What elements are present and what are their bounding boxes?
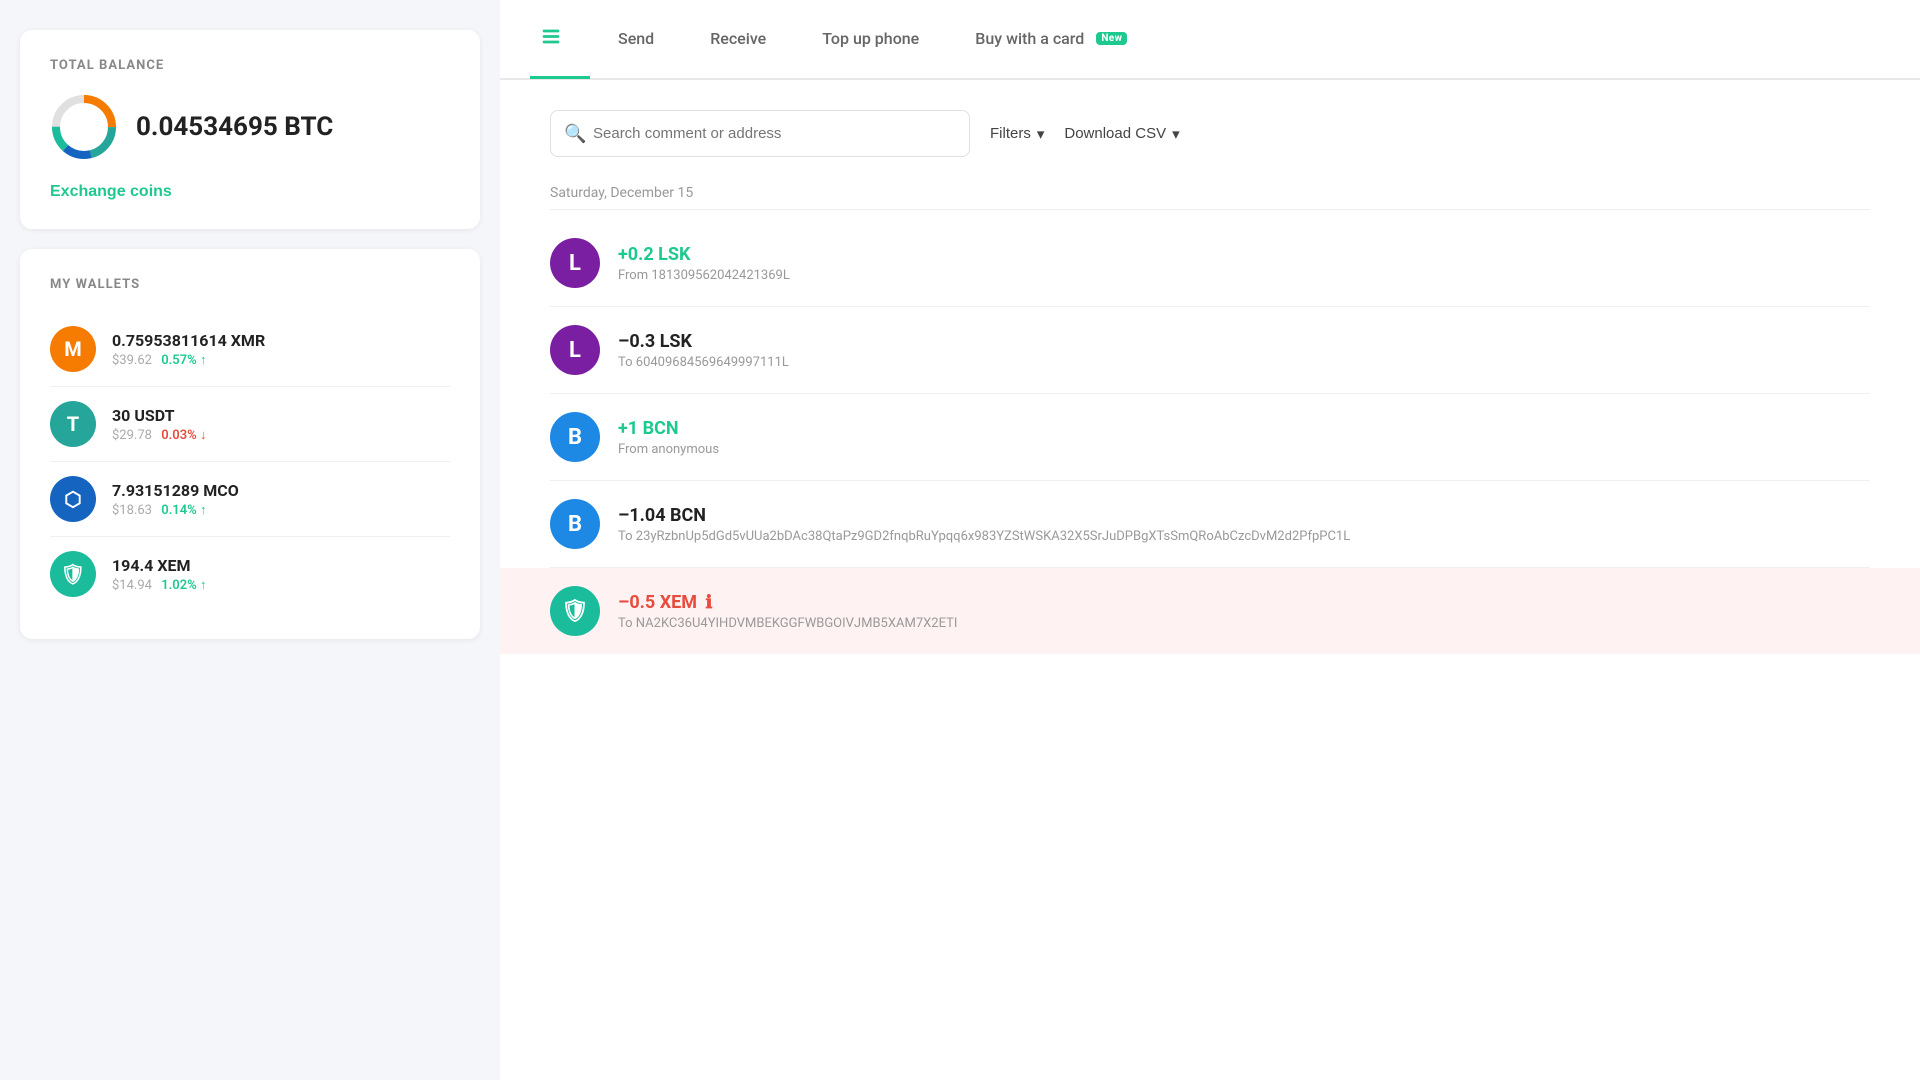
tx-info-tx4: –1.04 BCN To 23yRzbnUp5dGd5vUUa2bDAc38Qt…	[618, 505, 1870, 544]
filters-button[interactable]: Filters ▾	[990, 125, 1044, 143]
wallet-item-usdt[interactable]: T 30 USDT $29.78 0.03% ↓	[50, 387, 450, 462]
csv-label: Download CSV	[1064, 125, 1166, 142]
tx-item-tx3[interactable]: B +1 BCN From anonymous	[550, 394, 1870, 481]
wallet-info-xmr: 0.75953811614 XMR $39.62 0.57% ↑	[112, 331, 450, 368]
wallet-fiat-xem: $14.94 1.02% ↑	[112, 577, 450, 593]
transaction-list: L +0.2 LSK From 181309562042421369L L –0…	[550, 220, 1870, 654]
download-csv-button[interactable]: Download CSV ▾	[1064, 125, 1179, 143]
wallet-change-mco: 0.14% ↑	[161, 503, 206, 518]
wallet-change-xem: 1.02% ↑	[161, 578, 206, 593]
tab-receive[interactable]: Receive	[682, 1, 794, 79]
tx-item-tx2[interactable]: L –0.3 LSK To 60409684569649997111L	[550, 307, 1870, 394]
tx-item-tx5[interactable]: 🛡 –0.5 XEM ℹ To NA2KC36U4YIHDVMBEKGGFWBG…	[500, 568, 1920, 654]
tx-amount-tx3: +1 BCN	[618, 418, 1870, 439]
coin-icon-xem: 🛡	[50, 551, 96, 597]
wallet-fiat-xmr: $39.62 0.57% ↑	[112, 352, 450, 368]
topup-label: Top up phone	[822, 29, 919, 48]
wallets-list: M 0.75953811614 XMR $39.62 0.57% ↑ T 30 …	[50, 312, 450, 611]
chevron-down-icon-csv: ▾	[1172, 125, 1180, 143]
search-bar-row: 🔍 Filters ▾ Download CSV ▾	[550, 110, 1870, 157]
tx-item-tx1[interactable]: L +0.2 LSK From 181309562042421369L	[550, 220, 1870, 307]
wallet-change-usdt: 0.03% ↓	[161, 428, 206, 443]
tx-info-tx1: +0.2 LSK From 181309562042421369L	[618, 244, 1870, 283]
tab-buycard[interactable]: Buy with a card New	[947, 1, 1155, 79]
my-wallets-card: MY WALLETS M 0.75953811614 XMR $39.62 0.…	[20, 249, 480, 639]
balance-row: 0.04534695 BTC	[50, 93, 450, 161]
exchange-coins-button[interactable]: Exchange coins	[50, 183, 172, 201]
list-icon	[540, 26, 562, 52]
wallet-change-xmr: 0.57% ↑	[161, 353, 206, 368]
tx-amount-tx1: +0.2 LSK	[618, 244, 1870, 265]
coin-icon-xmr: M	[50, 326, 96, 372]
search-input[interactable]	[550, 110, 970, 157]
tx-coin-icon-tx1: L	[550, 238, 600, 288]
wallet-info-xem: 194.4 XEM $14.94 1.02% ↑	[112, 556, 450, 593]
transaction-content: 🔍 Filters ▾ Download CSV ▾ Saturday, Dec…	[500, 80, 1920, 1080]
wallet-item-xmr[interactable]: M 0.75953811614 XMR $39.62 0.57% ↑	[50, 312, 450, 387]
wallet-amount-xmr: 0.75953811614 XMR	[112, 331, 450, 350]
wallet-amount-xem: 194.4 XEM	[112, 556, 450, 575]
new-badge: New	[1096, 32, 1127, 45]
wallet-amount-mco: 7.93151289 MCO	[112, 481, 450, 500]
buycard-label: Buy with a card	[975, 29, 1084, 48]
coin-icon-usdt: T	[50, 401, 96, 447]
wallet-item-xem[interactable]: 🛡 194.4 XEM $14.94 1.02% ↑	[50, 537, 450, 611]
tx-amount-tx4: –1.04 BCN	[618, 505, 1870, 526]
wallet-info-usdt: 30 USDT $29.78 0.03% ↓	[112, 406, 450, 443]
tx-coin-icon-tx3: B	[550, 412, 600, 462]
receive-label: Receive	[710, 29, 766, 48]
tx-amount-tx2: –0.3 LSK	[618, 331, 1870, 352]
tx-address-tx2: To 60409684569649997111L	[618, 355, 1870, 370]
tx-info-tx3: +1 BCN From anonymous	[618, 418, 1870, 457]
tx-amount-tx5: –0.5 XEM ℹ	[618, 592, 1870, 613]
send-label: Send	[618, 29, 654, 48]
tx-address-tx4: To 23yRzbnUp5dGd5vUUa2bDAc38QtaPz9GD2fnq…	[618, 529, 1870, 544]
total-balance-title: TOTAL BALANCE	[50, 58, 450, 73]
tx-info-tx2: –0.3 LSK To 60409684569649997111L	[618, 331, 1870, 370]
left-panel: TOTAL BALANCE 0.04534695 BTC Exchange co…	[0, 0, 500, 1080]
search-input-wrap: 🔍	[550, 110, 970, 157]
tx-coin-icon-tx5: 🛡	[550, 586, 600, 636]
wallets-title: MY WALLETS	[50, 277, 450, 292]
filters-label: Filters	[990, 125, 1031, 142]
search-icon: 🔍	[564, 123, 586, 144]
wallet-fiat-mco: $18.63 0.14% ↑	[112, 502, 450, 518]
chevron-down-icon: ▾	[1037, 125, 1045, 143]
tx-address-tx3: From anonymous	[618, 442, 1870, 457]
balance-donut-chart	[50, 93, 118, 161]
wallet-fiat-usdt: $29.78 0.03% ↓	[112, 427, 450, 443]
tx-info-tx5: –0.5 XEM ℹ To NA2KC36U4YIHDVMBEKGGFWBGOI…	[618, 592, 1870, 631]
wallet-amount-usdt: 30 USDT	[112, 406, 450, 425]
tab-topup[interactable]: Top up phone	[794, 1, 947, 79]
tab-bar: Send Receive Top up phone Buy with a car…	[500, 0, 1920, 80]
tab-send[interactable]: Send	[590, 1, 682, 79]
right-panel: Send Receive Top up phone Buy with a car…	[500, 0, 1920, 1080]
wallet-info-mco: 7.93151289 MCO $18.63 0.14% ↑	[112, 481, 450, 518]
coin-icon-mco: ⬡	[50, 476, 96, 522]
wallet-item-mco[interactable]: ⬡ 7.93151289 MCO $18.63 0.14% ↑	[50, 462, 450, 537]
tx-coin-icon-tx4: B	[550, 499, 600, 549]
tx-item-tx4[interactable]: B –1.04 BCN To 23yRzbnUp5dGd5vUUa2bDAc38…	[550, 481, 1870, 568]
tx-address-tx5: To NA2KC36U4YIHDVMBEKGGFWBGOIVJMB5XAM7X2…	[618, 616, 1870, 631]
balance-amount: 0.04534695 BTC	[136, 112, 333, 142]
tab-history[interactable]	[530, 1, 590, 79]
total-balance-card: TOTAL BALANCE 0.04534695 BTC Exchange co…	[20, 30, 480, 229]
date-label: Saturday, December 15	[550, 185, 1870, 210]
tx-address-tx1: From 181309562042421369L	[618, 268, 1870, 283]
tx-coin-icon-tx2: L	[550, 325, 600, 375]
